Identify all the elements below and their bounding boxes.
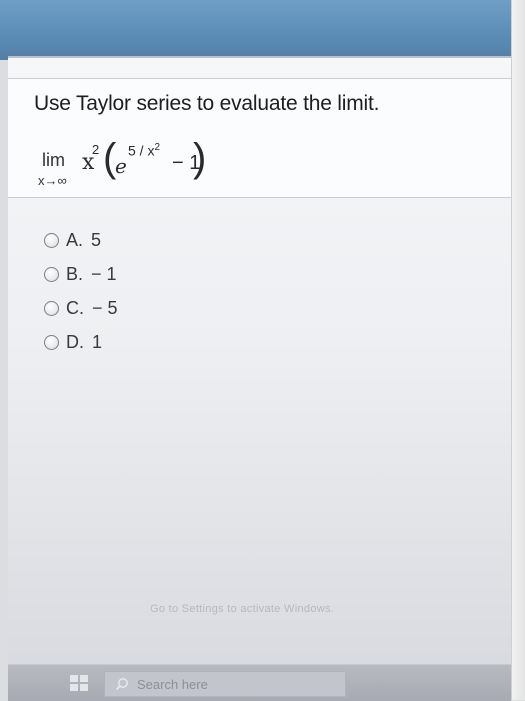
option-letter: C. [66,297,84,318]
taskbar: Search here [8,664,511,701]
option-value: 1 [92,331,103,352]
option-letter: D. [66,331,84,352]
option-a[interactable]: A. 5 [44,229,101,251]
option-value: 5 [91,229,102,250]
expr-exponent: 5 / x2 [128,142,160,159]
option-d[interactable]: D. 1 [44,331,102,353]
radio-button-icon[interactable] [44,266,59,282]
expr-e: e [115,154,127,178]
limit-operator: lim [42,150,65,170]
expr-exponent-text: 5 / x [128,142,155,159]
option-value: − 5 [92,297,118,318]
monitor-top-bezel [0,0,525,60]
search-icon [115,678,128,691]
limit-expression: x 2 ( e 5 / x2 − 1 ) [82,132,282,188]
radio-button-icon[interactable] [44,334,59,350]
option-b[interactable]: B. − 1 [44,263,117,285]
limit-subscript: x→∞ [38,173,67,188]
question-prompt: Use Taylor series to evaluate the limit. [34,92,380,115]
taskbar-search[interactable]: Search here [104,671,346,697]
activation-watermark: Go to Settings to activate Windows. [150,603,335,615]
option-letter: A. [66,229,84,250]
search-placeholder: Search here [137,676,208,692]
option-c[interactable]: C. − 5 [44,297,118,319]
expr-right-paren: ) [193,136,207,180]
monitor-right-bezel [511,0,525,700]
radio-button-icon[interactable] [44,232,59,248]
expr-base-exponent: 2 [92,142,100,157]
windows-logo-icon[interactable] [70,675,88,691]
radio-button-icon[interactable] [44,300,59,316]
expr-exponent-sup: 2 [154,142,161,153]
option-letter: B. [66,263,84,284]
option-value: − 1 [91,263,117,284]
